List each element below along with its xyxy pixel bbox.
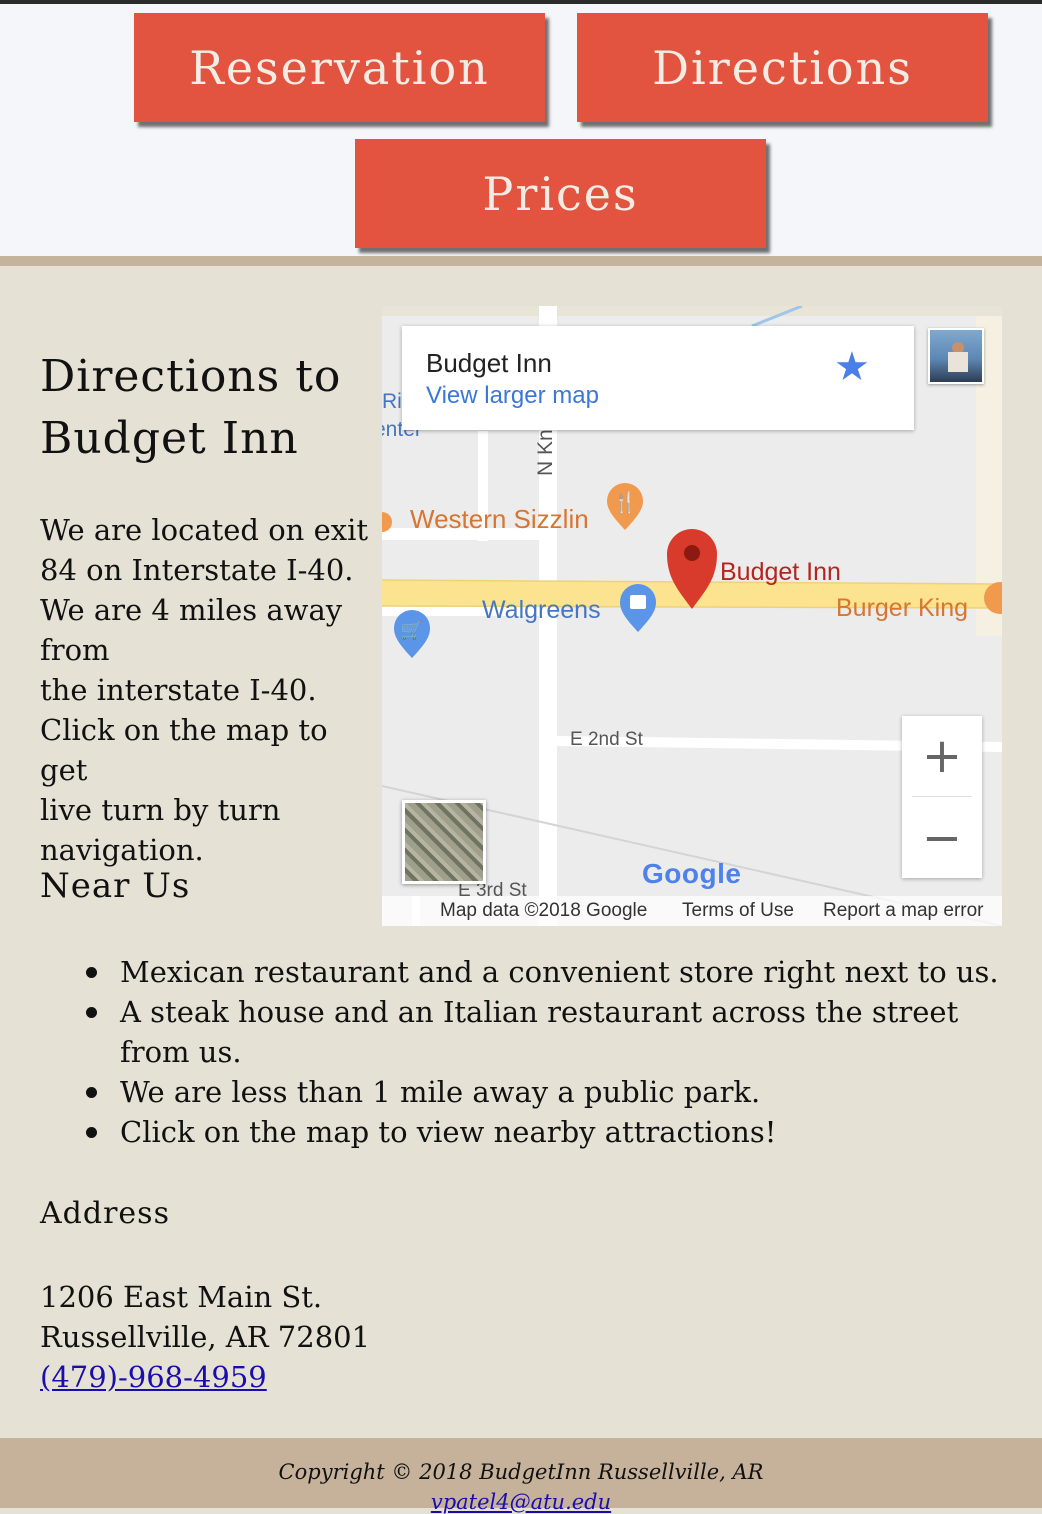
info-card-name: Budget Inn [426,348,552,378]
intro-line: live turn by turn [40,793,281,827]
intro-line: navigation. [40,833,204,867]
intro-line: Click on the map to get [40,713,328,787]
zoom-in-button[interactable]: + [902,716,982,796]
address-line: 1206 East Main St. [40,1280,323,1314]
map-label-western-sizzlin[interactable]: Western Sizzlin [410,504,589,535]
svg-text:🍴: 🍴 [613,490,638,514]
map-data-credit: Map data ©2018 Google [440,900,648,921]
report-map-error-link[interactable]: Report a map error [823,900,984,922]
nav-bar: Reservation Directions Prices [0,4,1042,256]
list-item: We are less than 1 mile away a public pa… [86,1072,1000,1112]
zoom-divider [912,796,972,797]
intro-line: 84 on Interstate I-40. [40,553,354,587]
intro-line: We are located on exit [40,513,369,547]
intro-text: We are located on exit 84 on Interstate … [40,510,370,870]
near-us-heading: Near Us [40,866,191,906]
section-divider [0,256,1042,266]
zoom-out-button[interactable]: − [902,798,982,878]
satellite-toggle[interactable] [402,800,486,884]
reservation-button[interactable]: Reservation [134,13,545,122]
profile-thumbnail[interactable] [928,328,984,384]
page-title: Directions to Budget Inn [40,351,342,464]
address-block: 1206 East Main St. Russellville, AR 7280… [40,1277,370,1397]
terms-of-use-link[interactable]: Terms of Use [682,900,794,922]
directions-button[interactable]: Directions [577,13,988,122]
list-item: A steak house and an Italian restaurant … [86,992,1000,1072]
zoom-control: + − [902,716,982,878]
map-label-n-knoxville: N Kn [534,429,557,476]
star-icon[interactable]: ★ [834,344,870,390]
intro-line: from [40,633,110,667]
intro-line: We are 4 miles away [40,593,343,627]
email-link[interactable]: vpatel4@atu.edu [0,1490,1042,1514]
page-footer: Copyright © 2018 BudgetInn Russellville,… [0,1438,1042,1514]
svg-text:🛒: 🛒 [401,619,423,641]
address-heading: Address [40,1196,170,1231]
list-item: Mexican restaurant and a convenient stor… [86,952,1000,992]
google-logo: Google [642,858,742,889]
address-line: Russellville, AR 72801 [40,1320,371,1354]
map-label-burger-king[interactable]: Burger King [836,594,968,623]
list-item: Click on the map to view nearby attracti… [86,1112,1000,1152]
map-label-walgreens[interactable]: Walgreens [482,596,601,625]
near-us-list: Mexican restaurant and a convenient stor… [86,952,1000,1152]
view-larger-map-link[interactable]: View larger map [426,382,599,410]
prices-button[interactable]: Prices [355,139,766,248]
map-label-e-2nd-st: E 2nd St [570,729,643,750]
intro-line: the interstate I-40. [40,673,317,707]
copyright-text: Copyright © 2018 BudgetInn Russellville,… [278,1460,764,1484]
map-label-budget-inn[interactable]: Budget Inn [720,558,841,587]
embedded-map[interactable]: 🍴 🛒 Western Sizzlin Budget Inn Walgreens… [382,306,1002,926]
map-info-card: Budget Inn View larger map ★ [402,326,914,430]
phone-link[interactable]: (479)-968-4959 [40,1360,267,1394]
